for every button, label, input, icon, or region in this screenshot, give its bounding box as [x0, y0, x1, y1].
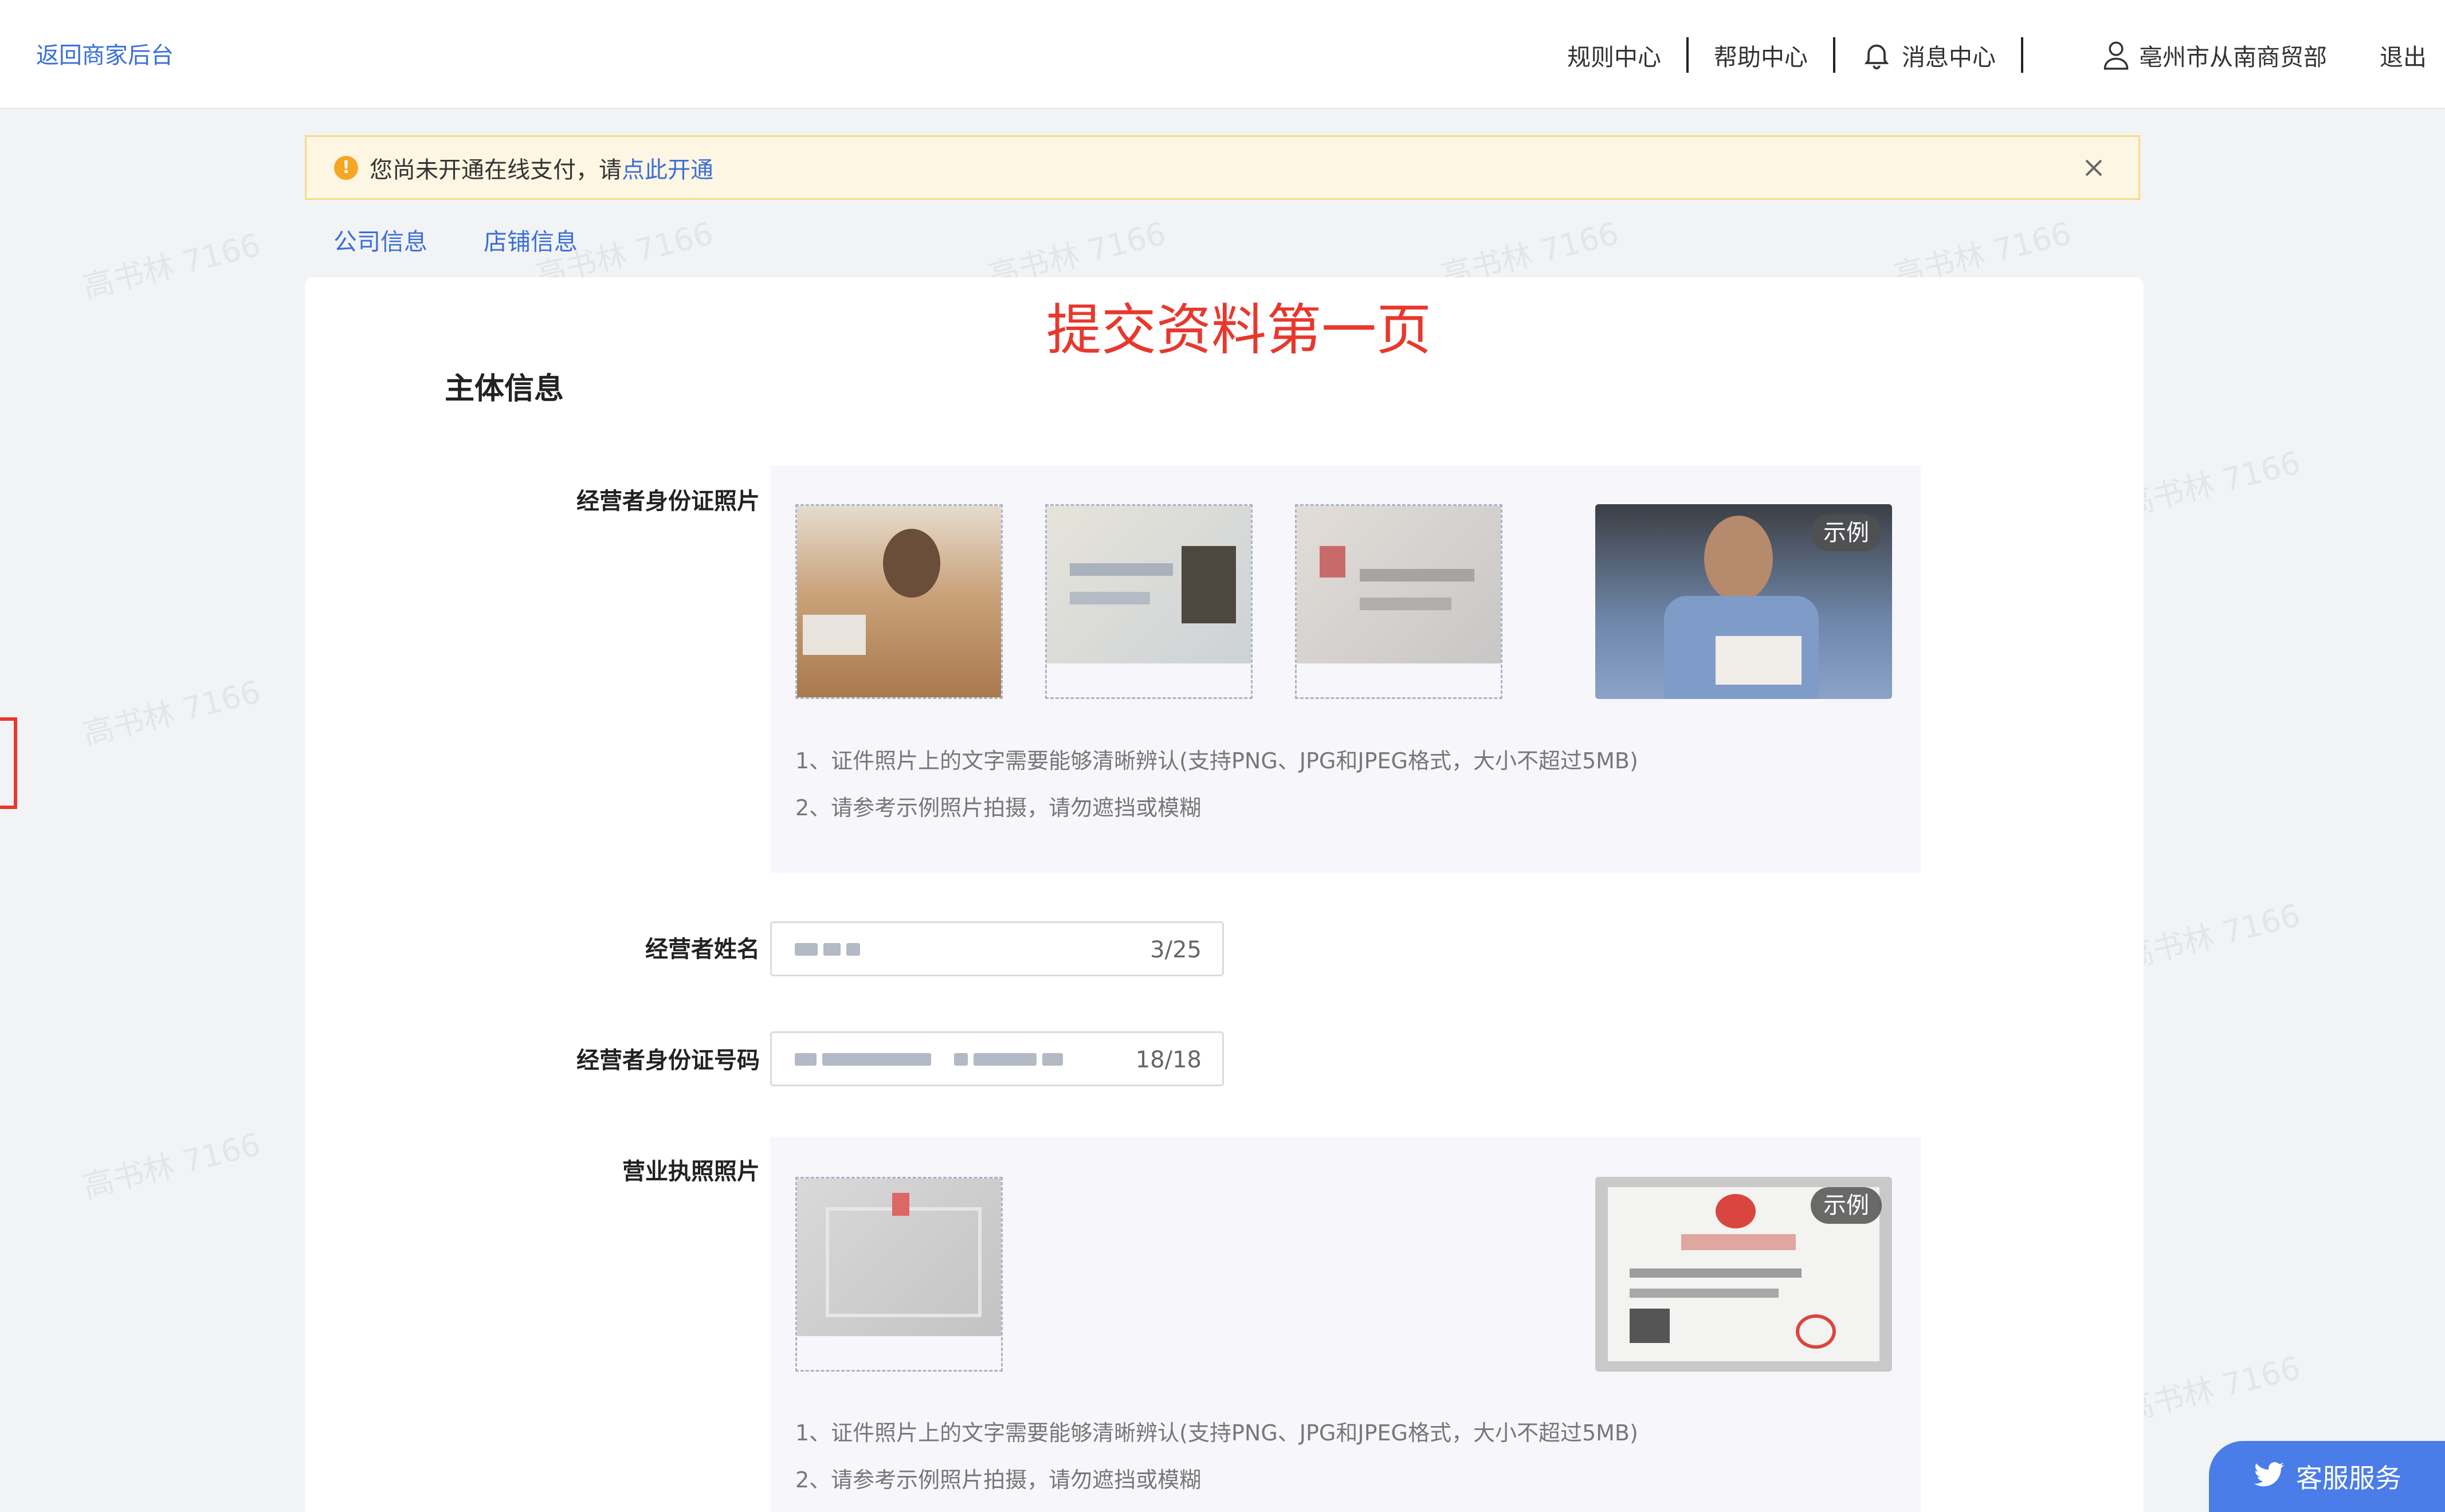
license-photo-label: 营业执照照片 — [622, 1158, 760, 1185]
example-badge: 示例 — [1811, 1187, 1882, 1224]
form-card: 提交资料第一页 主体信息 经营者身份证照片 示例 1、证件照片上的文字需要能够清… — [305, 277, 2144, 1512]
license-tip-2: 2、请参考示例照片拍摄，请勿遮挡或模糊 — [795, 1467, 1202, 1493]
watermark: 高书林 7166 — [2119, 444, 2304, 524]
operator-name-input[interactable]: 3/25 — [770, 921, 1224, 976]
id-number-input[interactable]: 18/18 — [770, 1031, 1224, 1086]
id-photo-tip-1: 1、证件照片上的文字需要能够清晰辨认(支持PNG、JPG和JPEG格式，大小不超… — [795, 748, 1638, 773]
message-center-label: 消息中心 — [1902, 44, 1996, 71]
section-title: 主体信息 — [445, 372, 564, 406]
annotation-marker — [0, 717, 17, 809]
logout-link[interactable]: 退出 — [2380, 38, 2427, 72]
license-photo-example: 示例 — [1595, 1177, 1892, 1372]
watermark: 高书林 7166 — [2119, 897, 2304, 976]
nav-divider — [2021, 37, 2023, 73]
message-center-link[interactable]: 消息中心 — [1861, 38, 1996, 72]
masked-value — [795, 938, 860, 961]
license-photo-panel: 示例 1、证件照片上的文字需要能够清晰辨认(支持PNG、JPG和JPEG格式，大… — [770, 1137, 1921, 1512]
shop-name: 亳州市从南商贸部 — [2139, 44, 2327, 71]
info-tabs: 公司信息 店铺信息 — [333, 222, 634, 257]
id-number-label: 经营者身份证号码 — [576, 1047, 760, 1074]
tab-shop-info[interactable]: 店铺信息 — [484, 222, 578, 257]
id-photo-tip-2: 2、请参考示例照片拍摄，请勿遮挡或模糊 — [795, 795, 1202, 820]
top-bar: 返回商家后台 规则中心 帮助中心 消息中心 亳州市从南商贸部 退出 — [0, 0, 2445, 109]
id-photo-example: 示例 — [1595, 504, 1892, 699]
id-photo-panel: 示例 1、证件照片上的文字需要能够清晰辨认(支持PNG、JPG和JPEG格式，大… — [770, 466, 1921, 873]
close-icon[interactable] — [2079, 153, 2109, 183]
warning-icon: ! — [334, 155, 358, 180]
user-icon — [2103, 41, 2129, 70]
bell-icon — [1864, 44, 1889, 70]
nav-divider — [1686, 37, 1689, 73]
tab-company-info[interactable]: 公司信息 — [333, 222, 427, 257]
nav-divider — [1833, 37, 1835, 73]
payment-notice-banner: ! 您尚未开通在线支付，请 点此开通 — [305, 135, 2140, 200]
rules-center-link[interactable]: 规则中心 — [1567, 38, 1661, 72]
banner-text: 您尚未开通在线支付，请 — [370, 156, 622, 183]
shop-account-menu[interactable]: 亳州市从南商贸部 — [2101, 38, 2327, 72]
id-photo-upload-3[interactable] — [1295, 504, 1502, 699]
page-annotation-title: 提交资料第一页 — [1046, 298, 1431, 362]
char-counter: 3/25 — [1150, 937, 1202, 963]
license-tip-1: 1、证件照片上的文字需要能够清晰辨认(支持PNG、JPG和JPEG格式，大小不超… — [795, 1420, 1638, 1446]
bird-icon — [2254, 1462, 2284, 1487]
masked-value — [795, 1048, 1063, 1071]
id-photo-upload-2[interactable] — [1045, 504, 1253, 699]
id-photo-upload-1[interactable] — [795, 504, 1003, 699]
customer-service-label: 客服服务 — [2296, 1463, 2401, 1494]
customer-service-button[interactable]: 客服服务 — [2209, 1441, 2445, 1512]
char-counter: 18/18 — [1135, 1047, 1202, 1073]
help-center-link[interactable]: 帮助中心 — [1714, 38, 1808, 72]
watermark: 高书林 7166 — [2119, 1349, 2304, 1429]
operator-name-label: 经营者姓名 — [645, 936, 760, 963]
open-payment-link[interactable]: 点此开通 — [622, 151, 713, 184]
back-to-merchant-link[interactable]: 返回商家后台 — [36, 37, 174, 70]
example-badge: 示例 — [1811, 515, 1882, 551]
license-photo-upload[interactable] — [795, 1177, 1003, 1372]
id-photo-label: 经营者身份证照片 — [576, 488, 760, 515]
watermark: 高书林 7166 — [79, 673, 264, 753]
top-nav: 规则中心 帮助中心 消息中心 亳州市从南商贸部 退出 — [1567, 34, 2427, 76]
watermark: 高书林 7166 — [79, 1126, 264, 1205]
watermark: 高书林 7166 — [79, 226, 264, 306]
